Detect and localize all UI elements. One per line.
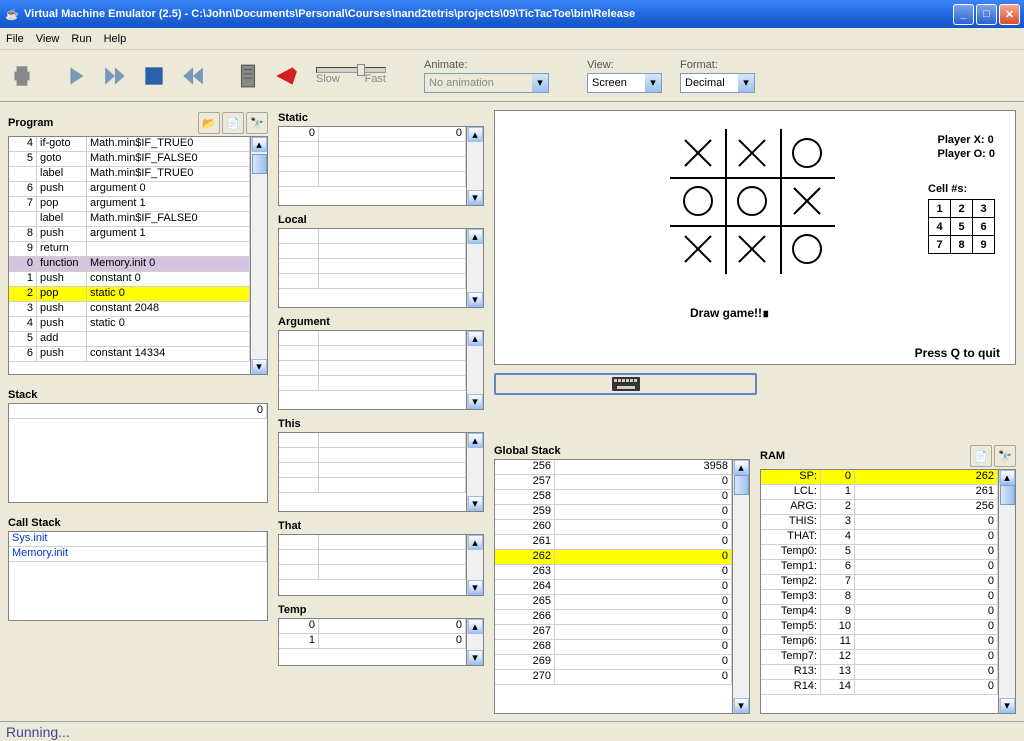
- keyboard-icon: [611, 376, 641, 392]
- stop-button[interactable]: [140, 62, 168, 90]
- this-scrollbar[interactable]: ▴▾: [467, 432, 484, 512]
- program-grid[interactable]: 4if-gotoMath.min$IF_TRUE05gotoMath.min$I…: [9, 137, 250, 374]
- toolbar: Slow Fast Animate: No animation▾ View: Sc…: [0, 50, 1024, 102]
- format-combo[interactable]: Decimal▾: [680, 73, 755, 93]
- minimize-button[interactable]: _: [953, 4, 974, 25]
- that-title: That: [278, 520, 484, 532]
- ram-grid[interactable]: SP:0262LCL:1261ARG:2256THIS:30THAT:40Tem…: [760, 469, 999, 714]
- draw-message: Draw game!!∎: [690, 306, 770, 320]
- fast-forward-button[interactable]: [102, 62, 130, 90]
- speed-slider[interactable]: [316, 67, 386, 73]
- argument-scrollbar[interactable]: ▴▾: [467, 330, 484, 410]
- cell-nums-title: Cell #s:: [928, 183, 995, 195]
- window-title: Virtual Machine Emulator (2.5) - C:\John…: [24, 8, 953, 20]
- static-scrollbar[interactable]: ▴▾: [467, 126, 484, 206]
- slow-label: Slow: [316, 73, 340, 85]
- menu-view[interactable]: View: [36, 33, 60, 45]
- global-stack-title: Global Stack: [494, 445, 750, 457]
- rewind-button[interactable]: [178, 62, 206, 90]
- new-file-icon[interactable]: 📄: [222, 112, 244, 134]
- close-button[interactable]: ✕: [999, 4, 1020, 25]
- temp-scrollbar[interactable]: ▴▾: [467, 618, 484, 666]
- format-label: Format:: [680, 59, 755, 71]
- fast-label: Fast: [365, 73, 386, 85]
- keyboard-input-bar[interactable]: [494, 373, 757, 395]
- stack-grid[interactable]: 0: [8, 403, 268, 503]
- app-icon: ☕: [4, 6, 20, 22]
- global-stack-grid[interactable]: 2563958257025802590260026102620263026402…: [494, 459, 733, 714]
- callstack-title: Call Stack: [8, 517, 268, 529]
- ram-scrollbar[interactable]: ▴▾: [999, 469, 1016, 714]
- view-label: View:: [587, 59, 662, 71]
- this-title: This: [278, 418, 484, 430]
- local-title: Local: [278, 214, 484, 226]
- view-combo[interactable]: Screen▾: [587, 73, 662, 93]
- menu-run[interactable]: Run: [71, 33, 91, 45]
- cell-nums-table: 123456789: [928, 199, 995, 254]
- player-o-score: Player O: 0: [938, 147, 995, 161]
- ram-search-icon[interactable]: 🔭: [994, 445, 1016, 467]
- menubar: File View Run Help: [0, 28, 1024, 50]
- that-scrollbar[interactable]: ▴▾: [467, 534, 484, 596]
- stack-title: Stack: [8, 389, 268, 401]
- maximize-button[interactable]: □: [976, 4, 997, 25]
- status-bar: Running...: [0, 721, 1024, 741]
- player-x-score: Player X: 0: [938, 133, 995, 147]
- breakpoint-button[interactable]: [272, 62, 300, 90]
- search-icon[interactable]: 🔭: [246, 112, 268, 134]
- quit-message: Press Q to quit: [915, 346, 1000, 360]
- animate-label: Animate:: [424, 59, 549, 71]
- open-folder-icon[interactable]: 📂: [198, 112, 220, 134]
- vm-screen: Player X: 0 Player O: 0 Cell #s: 1234567…: [494, 110, 1016, 365]
- program-scrollbar[interactable]: ▴ ▾: [250, 137, 267, 374]
- menu-help[interactable]: Help: [104, 33, 127, 45]
- callstack-grid[interactable]: Sys.initMemory.init: [8, 531, 268, 621]
- ram-new-icon[interactable]: 📄: [970, 445, 992, 467]
- argument-title: Argument: [278, 316, 484, 328]
- step-button[interactable]: [64, 62, 92, 90]
- animate-combo[interactable]: No animation▾: [424, 73, 549, 93]
- temp-title: Temp: [278, 604, 484, 616]
- gstack-scrollbar[interactable]: ▴▾: [733, 459, 750, 714]
- program-title: Program: [8, 117, 196, 129]
- script-button[interactable]: [234, 62, 262, 90]
- titlebar: ☕ Virtual Machine Emulator (2.5) - C:\Jo…: [0, 0, 1024, 28]
- print-button[interactable]: [8, 62, 36, 90]
- static-title: Static: [278, 112, 484, 124]
- ram-title: RAM: [760, 450, 968, 462]
- local-scrollbar[interactable]: ▴▾: [467, 228, 484, 308]
- menu-file[interactable]: File: [6, 33, 24, 45]
